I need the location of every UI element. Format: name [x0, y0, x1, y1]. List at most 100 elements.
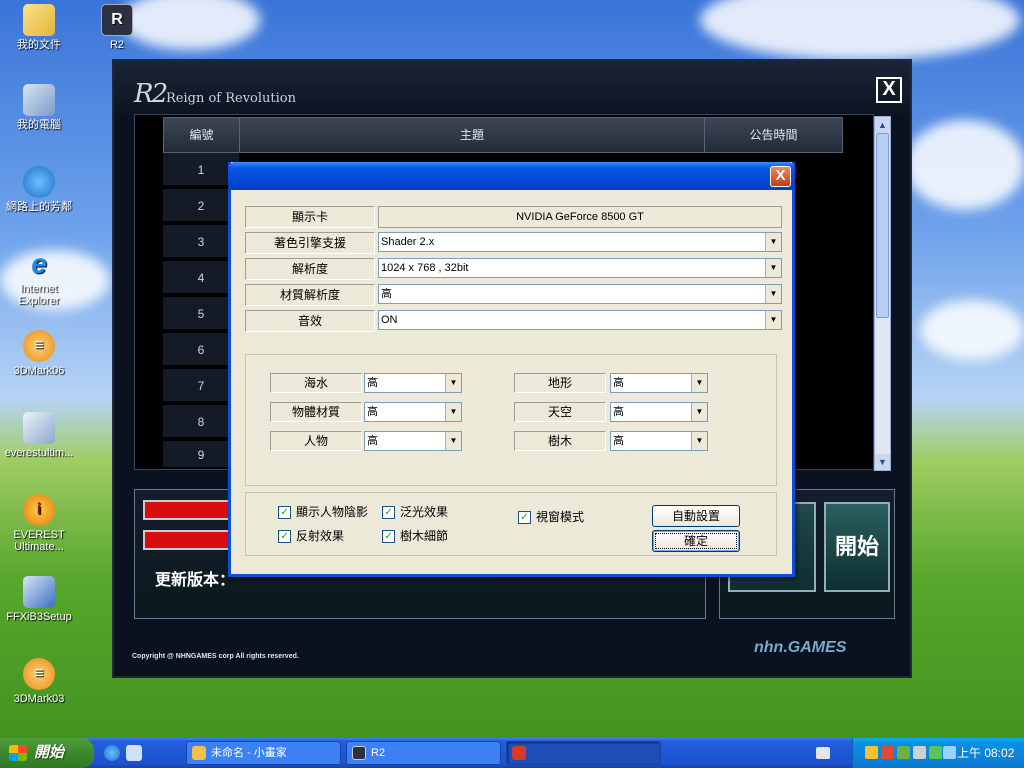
connection-icon[interactable]: [943, 746, 956, 759]
copyright-text: Copyright @ NHNGAMES corp All rights res…: [132, 653, 299, 660]
update-version-label: 更新版本：: [155, 572, 236, 589]
sound-label: 音效: [245, 310, 375, 332]
chevron-down-icon[interactable]: ▼: [445, 432, 461, 450]
desktop-icon-3dmark06[interactable]: ≡ 3DMark06: [0, 330, 78, 377]
checkmark-icon: ✓: [278, 530, 291, 543]
texture-resolution-select[interactable]: 高 ▼: [378, 284, 782, 304]
installer-icon: [23, 412, 55, 444]
effects-group: ✓ 顯示人物陰影 ✓ 泛光效果 ✓ 反射效果 ✓ 樹木細節 ✓ 視窗模式 自動設置 確定: [245, 492, 777, 556]
scrollbar-thumb[interactable]: [876, 133, 889, 318]
graphics-card-value: NVIDIA GeForce 8500 GT: [378, 206, 782, 228]
keyboard-icon[interactable]: [816, 747, 830, 759]
character-select[interactable]: 高 ▼: [364, 431, 462, 451]
scroll-up-icon[interactable]: ▲: [875, 117, 890, 133]
speaker-icon[interactable]: [913, 746, 926, 759]
launcher-titlebar: R2 Reign of Revolution X: [114, 61, 910, 115]
network-status-icon[interactable]: [929, 746, 942, 759]
reflection-checkbox[interactable]: ✓ 反射效果: [278, 530, 344, 546]
checkmark-icon: ✓: [518, 511, 531, 524]
object-texture-select[interactable]: 高 ▼: [364, 402, 462, 422]
sea-select[interactable]: 高 ▼: [364, 373, 462, 393]
shader-label: 著色引擎支援: [245, 232, 375, 254]
character-shadow-checkbox[interactable]: ✓ 顯示人物陰影: [278, 506, 368, 522]
security-shield-icon[interactable]: [865, 746, 878, 759]
bloom-checkbox[interactable]: ✓ 泛光效果: [382, 506, 448, 522]
terrain-label: 地形: [514, 373, 606, 393]
desktop-icon-r2[interactable]: R R2: [78, 4, 156, 51]
3dmark-icon: ≡: [23, 330, 55, 362]
3dmark-icon: ≡: [23, 658, 55, 690]
r2-app-icon: [352, 746, 366, 760]
resolution-label: 解析度: [245, 258, 375, 280]
notice-scrollbar[interactable]: ▲ ▼: [874, 116, 891, 471]
chevron-down-icon[interactable]: ▼: [691, 403, 707, 421]
checkmark-icon: ✓: [382, 506, 395, 519]
notice-table-header: 編號 主題 公告時間: [163, 117, 843, 153]
antivirus-icon[interactable]: [881, 746, 894, 759]
desktop-icon-internet-explorer[interactable]: e Internet Explorer: [0, 248, 78, 307]
sea-label: 海水: [270, 373, 362, 393]
desktop-icon-ffxib3setup[interactable]: FFXiB3Setup: [0, 576, 78, 623]
scroll-down-icon[interactable]: ▼: [875, 454, 890, 470]
r2-logo: R2: [134, 79, 168, 109]
launcher-title: Reign of Revolution: [166, 91, 296, 106]
chevron-down-icon[interactable]: ▼: [691, 432, 707, 450]
object-texture-label: 物體材質: [270, 402, 362, 422]
launcher-close-button[interactable]: X: [876, 77, 902, 103]
desktop-icon-my-documents[interactable]: 我的文件: [0, 4, 78, 51]
shader-select[interactable]: Shader 2.x ▼: [378, 232, 782, 252]
quality-group: 海水 高 ▼ 物體材質 高 ▼ 人物 高 ▼ 地形 高 ▼ 天空 高 ▼ 樹木 …: [245, 354, 777, 486]
resolution-select[interactable]: 1024 x 768 , 32bit ▼: [378, 258, 782, 278]
ok-button[interactable]: 確定: [652, 530, 740, 552]
chevron-down-icon[interactable]: ▼: [765, 259, 781, 277]
everest-icon: i: [23, 494, 55, 526]
chevron-down-icon[interactable]: ▼: [445, 403, 461, 421]
checkmark-icon: ✓: [382, 530, 395, 543]
ie-icon: e: [31, 248, 47, 279]
paint-icon: [192, 746, 206, 760]
chevron-down-icon[interactable]: ▼: [445, 374, 461, 392]
windowed-mode-checkbox[interactable]: ✓ 視窗模式: [518, 511, 584, 527]
graphics-options-dialog: X 顯示卡 NVIDIA GeForce 8500 GT 著色引擎支援 Shad…: [228, 162, 795, 577]
checkmark-icon: ✓: [278, 506, 291, 519]
desktop-icon-3dmark03[interactable]: ≡ 3DMark03: [0, 658, 78, 705]
chevron-down-icon[interactable]: ▼: [765, 233, 781, 251]
terrain-select[interactable]: 高 ▼: [610, 373, 708, 393]
network-icon: [23, 166, 55, 198]
sound-select[interactable]: ON ▼: [378, 310, 782, 330]
chevron-down-icon[interactable]: ▼: [765, 311, 781, 329]
show-desktop-icon[interactable]: [126, 745, 142, 761]
character-label: 人物: [270, 431, 362, 451]
tree-select[interactable]: 高 ▼: [610, 431, 708, 451]
ie-icon[interactable]: [104, 745, 120, 761]
taskbar: 開始 未命名 - 小畫家 R2 上午 08:02: [0, 738, 1024, 768]
chevron-down-icon[interactable]: ▼: [691, 374, 707, 392]
tree-detail-checkbox[interactable]: ✓ 樹木細節: [382, 530, 448, 546]
sky-select[interactable]: 高 ▼: [610, 402, 708, 422]
tree-label: 樹木: [514, 431, 606, 451]
start-button[interactable]: 開始: [0, 738, 94, 768]
folder-icon: [23, 4, 55, 36]
r2-app-icon: R: [101, 4, 133, 36]
chevron-down-icon[interactable]: ▼: [765, 285, 781, 303]
total-progress-bar: [143, 530, 239, 550]
start-game-button[interactable]: 開始: [824, 502, 890, 592]
dialog-titlebar[interactable]: X: [228, 162, 795, 190]
column-header-date[interactable]: 公告時間: [705, 118, 842, 152]
auto-config-button[interactable]: 自動設置: [652, 505, 740, 527]
nhn-games-logo: nhn.GAMES: [754, 639, 847, 656]
task-r2[interactable]: R2: [346, 741, 501, 765]
task-paint[interactable]: 未命名 - 小畫家: [186, 741, 341, 765]
setup-icon: [23, 576, 55, 608]
nvidia-icon[interactable]: [897, 746, 910, 759]
desktop-icon-everest[interactable]: i EVEREST Ultimate...: [0, 494, 78, 553]
column-header-subject[interactable]: 主題: [240, 118, 705, 152]
task-launcher[interactable]: [506, 741, 661, 765]
column-header-number[interactable]: 編號: [164, 118, 240, 152]
desktop-icon-my-computer[interactable]: 我的電腦: [0, 84, 78, 131]
dialog-close-button[interactable]: X: [770, 166, 791, 187]
desktop-icon-network[interactable]: 網路上的芳鄰: [0, 166, 78, 213]
desktop-icon-everestultim[interactable]: everestultim...: [0, 412, 78, 459]
system-tray: 上午 08:02: [852, 738, 1024, 768]
graphics-card-label: 顯示卡: [245, 206, 375, 228]
